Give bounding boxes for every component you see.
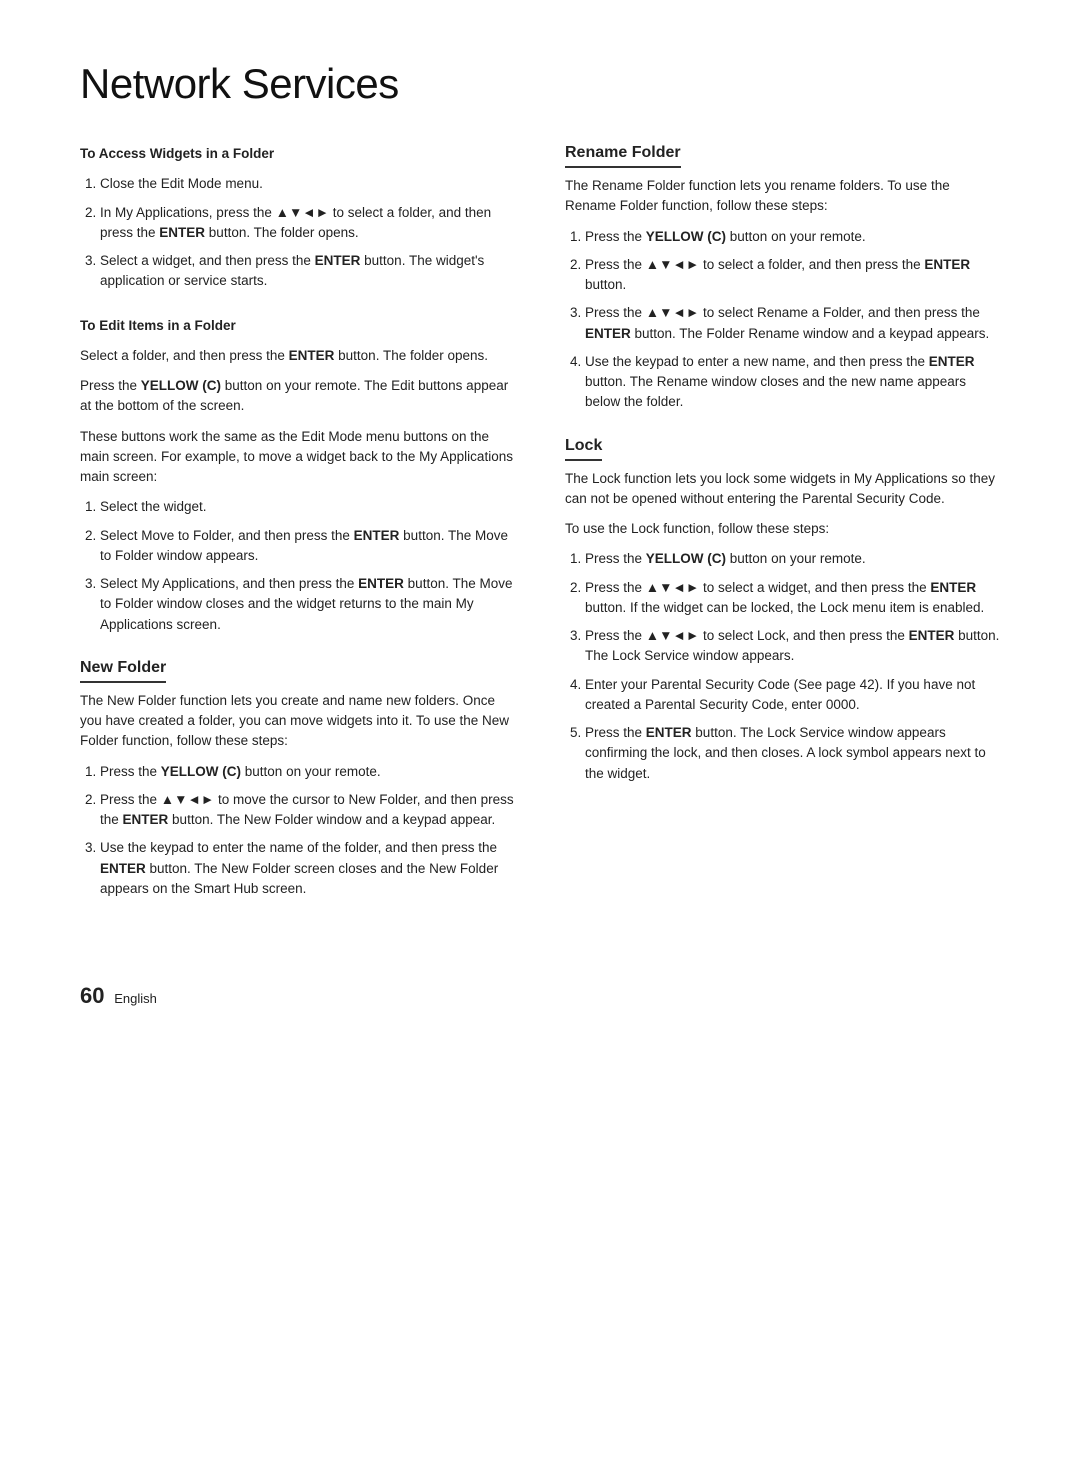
- list-item: Select Move to Folder, and then press th…: [100, 526, 515, 567]
- page-language: English: [114, 991, 157, 1006]
- section-new-folder: New Folder The New Folder function lets …: [80, 659, 515, 899]
- list-item: Press the ▲▼◄► to select Lock, and then …: [585, 626, 1000, 667]
- section-rename-folder-intro: The Rename Folder function lets you rena…: [565, 176, 1000, 217]
- section-new-folder-list: Press the YELLOW (C) button on your remo…: [100, 762, 515, 900]
- section-edit-items: To Edit Items in a Folder Select a folde…: [80, 316, 515, 635]
- right-column: Rename Folder The Rename Folder function…: [565, 144, 1000, 923]
- page-number: 60: [80, 983, 104, 1008]
- section-lock-heading: Lock: [565, 437, 602, 461]
- section-lock-intro2: To use the Lock function, follow these s…: [565, 519, 1000, 539]
- list-item: Enter your Parental Security Code (See p…: [585, 675, 1000, 716]
- list-item: Use the keypad to enter the name of the …: [100, 838, 515, 899]
- list-item: Select My Applications, and then press t…: [100, 574, 515, 635]
- left-column: To Access Widgets in a Folder Close the …: [80, 144, 515, 923]
- section-edit-items-list: Select the widget. Select Move to Folder…: [100, 497, 515, 635]
- section-lock-list: Press the YELLOW (C) button on your remo…: [585, 549, 1000, 784]
- page-title: Network Services: [80, 60, 1000, 108]
- section-rename-folder: Rename Folder The Rename Folder function…: [565, 144, 1000, 413]
- section-edit-items-para1: Select a folder, and then press the ENTE…: [80, 346, 515, 366]
- list-item: In My Applications, press the ▲▼◄► to se…: [100, 203, 515, 244]
- list-item: Select a widget, and then press the ENTE…: [100, 251, 515, 292]
- section-access-widgets-heading: To Access Widgets in a Folder: [80, 144, 515, 164]
- list-item: Press the ENTER button. The Lock Service…: [585, 723, 1000, 784]
- section-access-widgets-list: Close the Edit Mode menu. In My Applicat…: [100, 174, 515, 291]
- list-item: Press the ▲▼◄► to select Rename a Folder…: [585, 303, 1000, 344]
- section-edit-items-para3: These buttons work the same as the Edit …: [80, 427, 515, 488]
- two-column-layout: To Access Widgets in a Folder Close the …: [80, 144, 1000, 923]
- footer: 60 English: [80, 983, 1000, 1009]
- section-rename-folder-list: Press the YELLOW (C) button on your remo…: [585, 227, 1000, 413]
- list-item: Press the YELLOW (C) button on your remo…: [100, 762, 515, 782]
- list-item: Close the Edit Mode menu.: [100, 174, 515, 194]
- section-rename-folder-heading: Rename Folder: [565, 144, 681, 168]
- list-item: Use the keypad to enter a new name, and …: [585, 352, 1000, 413]
- section-new-folder-intro: The New Folder function lets you create …: [80, 691, 515, 752]
- section-lock-intro1: The Lock function lets you lock some wid…: [565, 469, 1000, 510]
- list-item: Press the YELLOW (C) button on your remo…: [585, 549, 1000, 569]
- section-access-widgets: To Access Widgets in a Folder Close the …: [80, 144, 515, 292]
- section-new-folder-heading: New Folder: [80, 659, 166, 683]
- list-item: Press the YELLOW (C) button on your remo…: [585, 227, 1000, 247]
- list-item: Press the ▲▼◄► to select a folder, and t…: [585, 255, 1000, 296]
- list-item: Press the ▲▼◄► to move the cursor to New…: [100, 790, 515, 831]
- section-edit-items-heading: To Edit Items in a Folder: [80, 316, 515, 336]
- list-item: Press the ▲▼◄► to select a widget, and t…: [585, 578, 1000, 619]
- section-edit-items-para2: Press the YELLOW (C) button on your remo…: [80, 376, 515, 417]
- list-item: Select the widget.: [100, 497, 515, 517]
- section-lock: Lock The Lock function lets you lock som…: [565, 437, 1000, 784]
